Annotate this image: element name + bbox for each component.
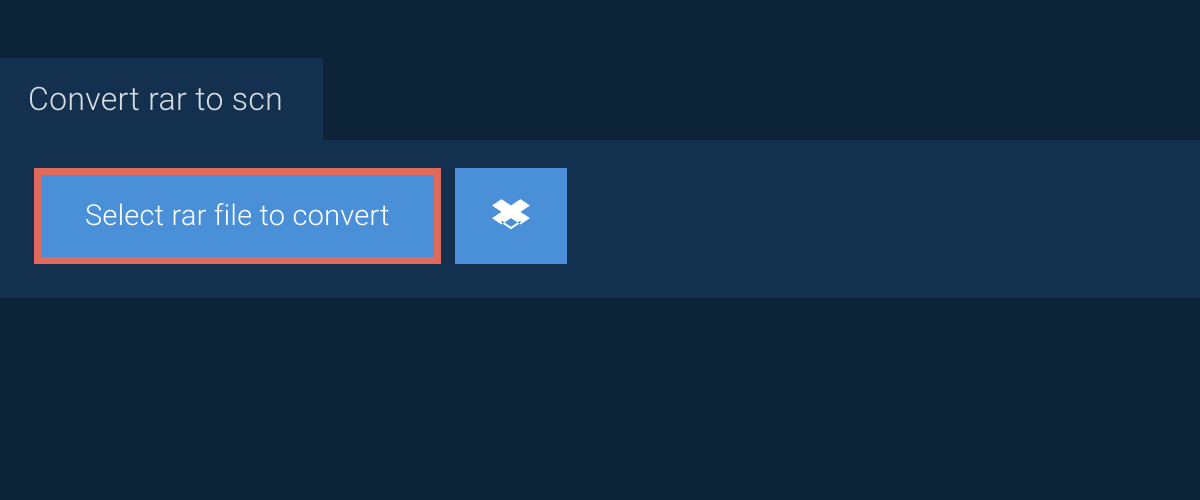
select-file-label: Select rar file to convert <box>85 199 390 233</box>
tab-header: Convert rar to scn <box>0 58 323 140</box>
upload-panel: Select rar file to convert <box>0 140 1200 298</box>
dropbox-button[interactable] <box>455 168 567 264</box>
page-title: Convert rar to scn <box>28 80 283 118</box>
dropbox-icon <box>492 196 530 237</box>
select-file-button[interactable]: Select rar file to convert <box>34 168 441 264</box>
button-row: Select rar file to convert <box>34 168 1166 264</box>
